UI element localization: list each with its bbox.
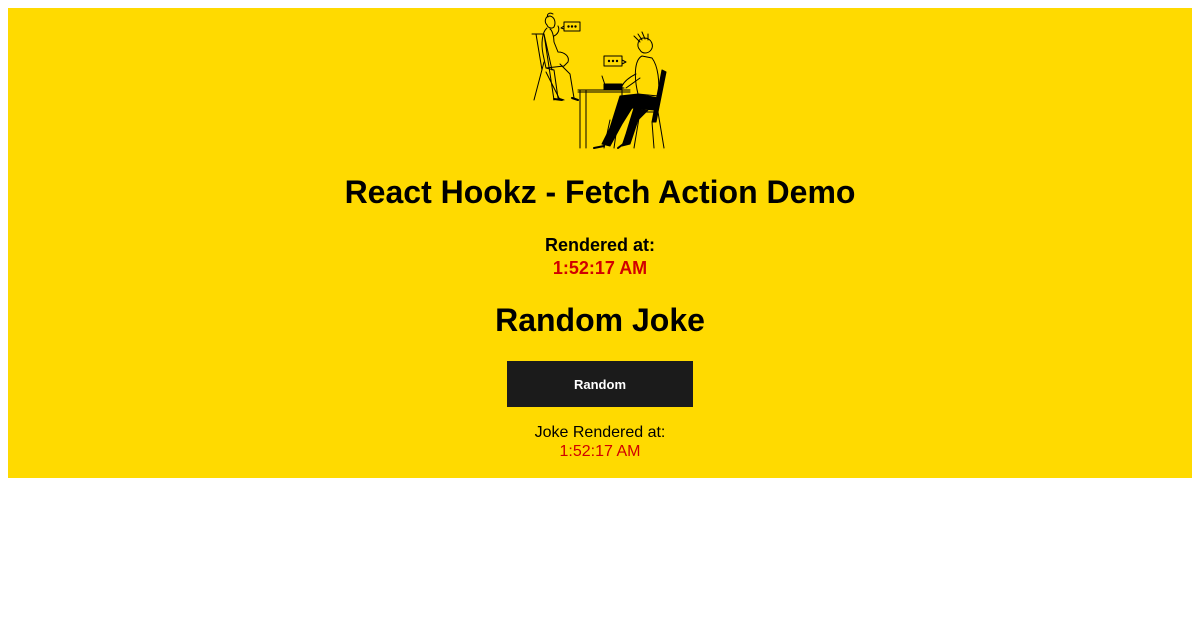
page-title: React Hookz - Fetch Action Demo [344,174,856,210]
two-people-chatting-illustration [531,12,667,149]
joke-rendered-at-label: Joke Rendered at: [534,424,666,441]
joke-rendered-at-time: 1:52:17 AM [559,443,641,460]
app-panel: React Hookz - Fetch Action Demo Rendered… [8,8,1192,478]
rendered-at-time: 1:52:17 AM [552,258,648,278]
joke-heading: Random Joke [495,302,705,338]
random-joke-button[interactable]: Random [507,361,693,407]
rendered-at-label: Rendered at: [544,235,656,255]
